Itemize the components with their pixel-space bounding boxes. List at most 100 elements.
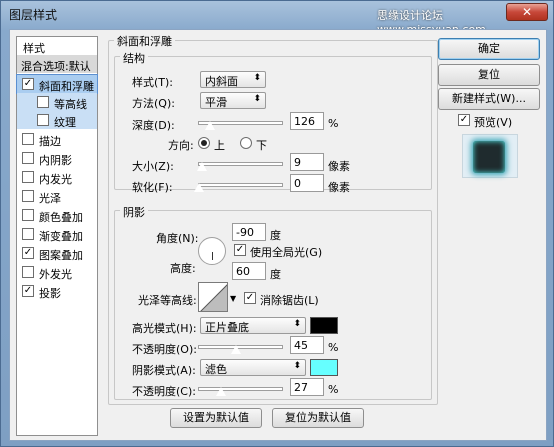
gloss-contour-picker[interactable] xyxy=(198,282,228,312)
anti-alias-checkbox[interactable]: ✓ xyxy=(244,292,256,304)
technique-label: 方法(Q): xyxy=(132,97,175,110)
title-bar[interactable]: 图层样式 思缘设计论坛 www.missyuan.com ✕ xyxy=(1,1,553,36)
depth-input[interactable]: 126 xyxy=(290,112,324,130)
soften-slider[interactable] xyxy=(193,183,283,193)
technique-value: 平滑 xyxy=(205,96,227,109)
style-item-drop-shadow[interactable]: ✓ 投影 xyxy=(17,282,97,300)
style-checkbox[interactable]: ✓ xyxy=(22,78,34,90)
style-checkbox[interactable] xyxy=(22,190,34,202)
technique-select[interactable]: 平滑 ⬍ xyxy=(200,92,266,109)
style-item-label: 投影 xyxy=(39,287,61,300)
style-item-stroke[interactable]: 描边 xyxy=(17,130,97,148)
window-title: 图层样式 xyxy=(9,8,58,22)
shadow-mode-select[interactable]: 滤色 ⬍ xyxy=(200,359,306,376)
soften-label: 软化(F): xyxy=(132,181,173,194)
style-item-inner-glow[interactable]: 内发光 xyxy=(17,168,97,186)
shadow-opacity-unit: % xyxy=(328,383,339,396)
style-item-color-overlay[interactable]: 颜色叠加 xyxy=(17,206,97,224)
angle-unit: 度 xyxy=(270,229,281,242)
reset-default-button[interactable]: 复位为默认值 xyxy=(272,408,364,428)
highlight-mode-value: 正片叠底 xyxy=(205,321,249,334)
styles-header[interactable]: 样式 xyxy=(17,37,97,55)
style-item-inner-shadow[interactable]: 内阴影 xyxy=(17,149,97,167)
size-input[interactable]: 9 xyxy=(290,153,324,171)
style-item-satin[interactable]: 光泽 xyxy=(17,187,97,205)
style-checkbox[interactable] xyxy=(22,152,34,164)
style-label: 样式(T): xyxy=(132,76,174,89)
style-item-label: 等高线 xyxy=(54,98,87,111)
soften-input[interactable]: 0 xyxy=(290,174,324,192)
angle-label: 角度(N): xyxy=(156,232,199,245)
style-checkbox[interactable] xyxy=(22,266,34,278)
angle-dial[interactable] xyxy=(198,237,226,265)
style-item-texture[interactable]: 纹理 xyxy=(17,111,97,129)
highlight-color-swatch[interactable] xyxy=(310,317,338,334)
bevel-style-select[interactable]: 内斜面 ⬍ xyxy=(200,71,266,88)
highlight-opacity-label: 不透明度(O): xyxy=(132,343,197,356)
preview-label: 预览(V) xyxy=(474,116,513,129)
ok-button[interactable]: 确定 xyxy=(438,38,540,60)
direction-down-radio[interactable] xyxy=(240,137,252,149)
style-checkbox[interactable] xyxy=(22,228,34,240)
style-item-contour[interactable]: 等高线 xyxy=(17,93,97,111)
style-item-gradient-overlay[interactable]: 渐变叠加 xyxy=(17,225,97,243)
slider-thumb[interactable] xyxy=(195,162,208,172)
style-preview xyxy=(462,134,518,178)
size-slider[interactable] xyxy=(195,162,283,172)
style-checkbox[interactable] xyxy=(37,114,49,126)
style-item-label: 描边 xyxy=(39,135,61,148)
slider-thumb[interactable] xyxy=(193,183,205,193)
size-unit: 像素 xyxy=(328,160,350,173)
gloss-contour-label: 光泽等高线: xyxy=(138,294,197,307)
highlight-opacity-unit: % xyxy=(328,341,339,354)
shadow-opacity-slider[interactable] xyxy=(198,387,283,397)
updown-arrow-icon: ⬍ xyxy=(253,73,261,83)
style-checkbox[interactable]: ✓ xyxy=(22,247,34,259)
style-checkbox[interactable] xyxy=(22,133,34,145)
shadow-opacity-input[interactable]: 27 xyxy=(290,378,324,396)
style-item-label: 渐变叠加 xyxy=(39,230,83,243)
style-item-bevel-emboss[interactable]: ✓ 斜面和浮雕 xyxy=(16,74,98,94)
style-checkbox[interactable] xyxy=(22,209,34,221)
highlight-mode-select[interactable]: 正片叠底 ⬍ xyxy=(200,317,306,334)
anti-alias-label: 消除锯齿(L) xyxy=(260,294,319,307)
global-light-label: 使用全局光(G) xyxy=(250,246,323,259)
style-item-outer-glow[interactable]: 外发光 xyxy=(17,263,97,281)
layer-style-window: 图层样式 思缘设计论坛 www.missyuan.com ✕ 样式 混合选项:默… xyxy=(0,0,554,447)
linear-contour-icon xyxy=(200,284,227,311)
close-button[interactable]: ✕ xyxy=(506,3,548,21)
style-item-pattern-overlay[interactable]: ✓ 图案叠加 xyxy=(17,244,97,262)
style-checkbox[interactable] xyxy=(22,171,34,183)
direction-up-radio[interactable] xyxy=(198,137,210,149)
blending-options-item[interactable]: 混合选项:默认 xyxy=(17,55,97,73)
style-item-label: 纹理 xyxy=(54,116,76,129)
style-item-label: 内阴影 xyxy=(39,154,72,167)
slider-thumb[interactable] xyxy=(230,345,243,355)
depth-slider[interactable] xyxy=(198,121,283,131)
style-checkbox[interactable] xyxy=(37,96,49,108)
slider-thumb[interactable] xyxy=(203,121,216,131)
updown-arrow-icon: ⬍ xyxy=(293,319,301,329)
altitude-input[interactable]: 60 xyxy=(232,262,266,280)
chevron-down-icon[interactable]: ▼ xyxy=(230,294,236,303)
shadow-color-swatch[interactable] xyxy=(310,359,338,376)
reset-button[interactable]: 复位 xyxy=(438,64,540,86)
highlight-opacity-slider[interactable] xyxy=(198,345,283,355)
altitude-label: 高度: xyxy=(170,262,196,275)
slider-thumb[interactable] xyxy=(215,387,228,397)
angle-input[interactable]: -90 xyxy=(232,223,266,241)
style-checkbox[interactable]: ✓ xyxy=(22,285,34,297)
size-label: 大小(Z): xyxy=(132,160,174,173)
make-default-button[interactable]: 设置为默认值 xyxy=(170,408,262,428)
shadow-opacity-label: 不透明度(C): xyxy=(132,385,196,398)
global-light-checkbox[interactable]: ✓ xyxy=(234,244,246,256)
highlight-opacity-input[interactable]: 45 xyxy=(290,336,324,354)
altitude-unit: 度 xyxy=(270,268,281,281)
shading-title: 阴影 xyxy=(120,204,148,220)
style-item-label: 外发光 xyxy=(39,268,72,281)
style-item-label: 内发光 xyxy=(39,173,72,186)
preview-checkbox[interactable]: ✓ xyxy=(458,114,470,126)
dialog-body: 样式 混合选项:默认 ✓ 斜面和浮雕 等高线 纹理 描边 内阴影 内发光 光泽 … xyxy=(9,29,547,441)
new-style-button[interactable]: 新建样式(W)... xyxy=(438,88,540,110)
direction-down-label: 下 xyxy=(256,139,267,152)
